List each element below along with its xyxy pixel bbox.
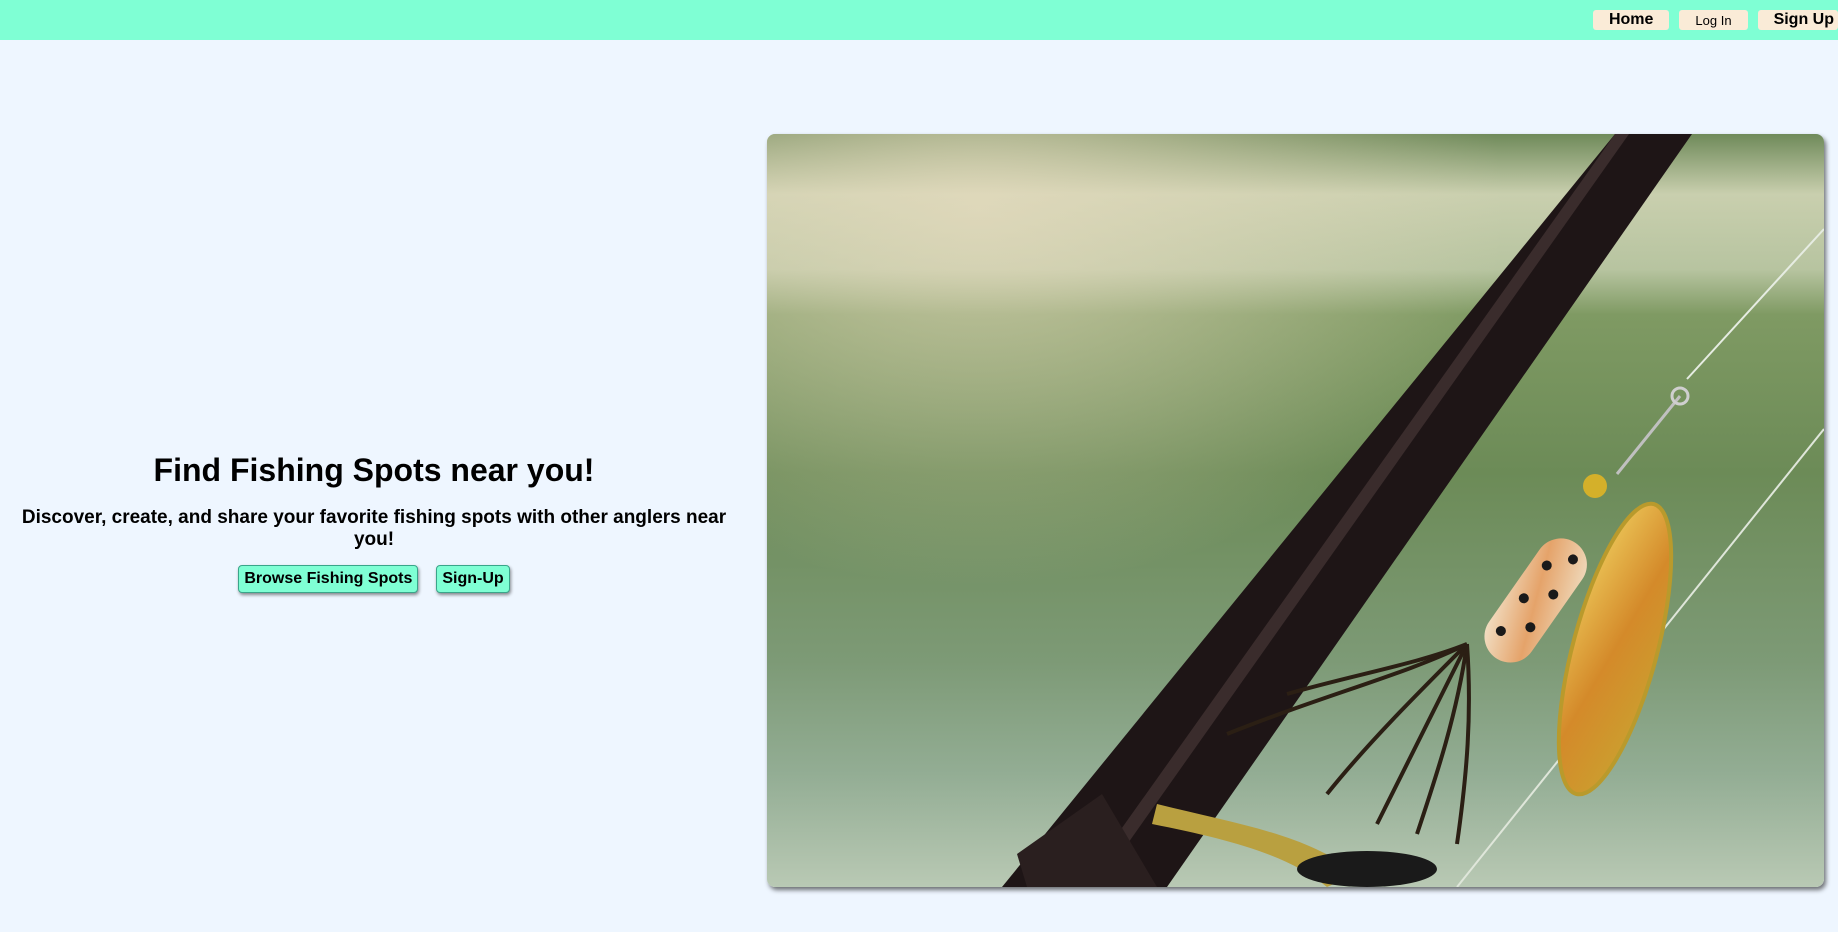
signup-button[interactable]: Sign-Up: [436, 565, 510, 593]
login-button[interactable]: Log In: [1679, 10, 1748, 30]
nav-links: Home Log In Sign Up: [1592, 10, 1838, 30]
hero-image: [767, 134, 1824, 887]
browse-fishing-spots-button[interactable]: Browse Fishing Spots: [238, 565, 419, 593]
hero-section: Find Fishing Spots near you! Discover, c…: [0, 452, 748, 593]
hero-buttons: Browse Fishing Spots Sign-Up: [0, 565, 748, 593]
top-navbar: Home Log In Sign Up: [0, 0, 1838, 40]
signup-nav-button[interactable]: Sign Up: [1757, 10, 1838, 30]
home-button[interactable]: Home: [1592, 10, 1670, 30]
hero-title: Find Fishing Spots near you!: [153, 452, 595, 488]
fishing-lure-photo: [767, 134, 1824, 887]
hero-subtitle: Discover, create, and share your favorit…: [21, 507, 727, 550]
